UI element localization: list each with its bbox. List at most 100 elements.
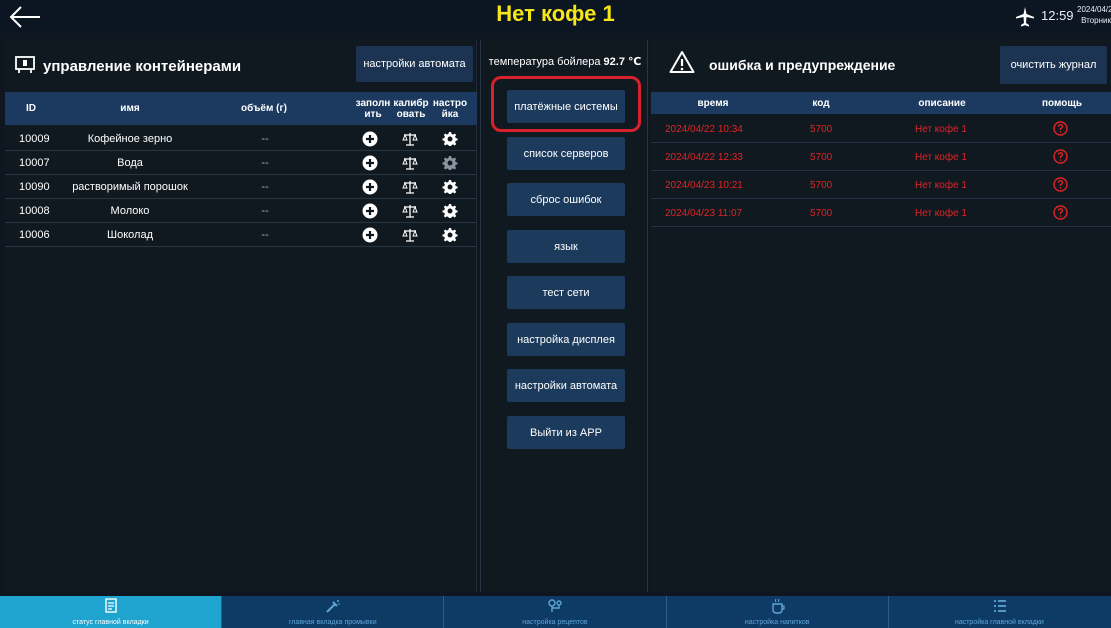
fill-plus-icon[interactable] [362,203,378,219]
col-settings: настро йка [432,97,468,120]
settings-gear-icon[interactable] [442,203,458,219]
container-row: 10008 Молоко -- [5,199,477,223]
container-id: 10008 [19,205,50,217]
container-id: 10009 [19,133,50,145]
help-question-icon[interactable] [1053,177,1068,192]
tab-wash[interactable]: главная вкладка промывки [222,596,443,628]
error-code: 5700 [810,151,833,163]
fill-plus-icon[interactable] [362,131,378,147]
error-time: 2024/04/22 10:34 [665,123,743,135]
calibrate-scale-icon[interactable] [402,179,418,195]
container-volume: -- [261,157,269,169]
container-name: Шоколад [107,229,153,241]
col-code: код [812,97,830,109]
error-code: 5700 [810,123,833,135]
calibrate-scale-icon[interactable] [402,227,418,243]
tab-drink[interactable]: настройка напитков [667,596,888,628]
container-row: 10006 Шоколад -- [5,223,477,247]
col-id: ID [26,103,36,114]
error-code: 5700 [810,179,833,191]
clear-log-button[interactable]: очистить журнал [1000,46,1107,84]
settings-gear-icon[interactable] [442,227,458,243]
errors-panel-title: ошибка и предупреждение [709,57,896,73]
error-row: 2024/04/23 10:21 5700 Нет кофе 1 [651,171,1111,199]
col-name: имя [120,103,140,114]
container-volume: -- [261,205,269,217]
container-id: 10006 [19,229,50,241]
language-button[interactable]: язык [507,230,625,263]
weekday-text: Вторник [1081,16,1111,25]
help-question-icon[interactable] [1053,121,1068,136]
container-row: 10090 растворимый порошок -- [5,175,477,199]
tab-separator [221,596,223,628]
tab-separator [887,596,889,628]
server-list-button[interactable]: список серверов [507,137,625,170]
col-volume: объём (г) [240,103,287,114]
error-description: Нет кофе 1 [915,179,967,191]
calibrate-scale-icon[interactable] [402,131,418,147]
error-code: 5700 [810,207,833,219]
container-row: 10007 Вода -- [5,151,477,175]
page-title: Нет кофе 1 [496,1,615,26]
network-test-button[interactable]: тест сети [507,276,625,309]
container-name: Молоко [110,205,150,217]
error-description: Нет кофе 1 [915,151,967,163]
clock-date: 2024/04/2 Вторник [1077,4,1111,26]
container-table-header: ID имя объём (г) заполн ить калибр овать… [5,92,477,125]
list-icon [993,600,1006,612]
col-description: описание [918,97,966,109]
tab-recipe[interactable]: настройка рецептов [444,596,665,628]
tab-label: настройка напитков [744,619,810,626]
fill-plus-icon[interactable] [362,179,378,195]
boiler-temperature: температура бойлера 92.7 ℃ [481,55,649,68]
reset-errors-button[interactable]: сброс ошибок [507,183,625,216]
container-id: 10007 [19,157,50,169]
error-time: 2024/04/22 12:33 [665,151,743,163]
display-settings-button[interactable]: настройка дисплея [507,323,625,356]
col-help: помощь [1042,97,1082,109]
help-question-icon[interactable] [1053,205,1068,220]
tab-separator [665,596,667,628]
boiler-temperature-label: температура бойлера [488,56,601,68]
bottom-tab-bar: статус главной вкладки главная вкладка пр… [0,596,1111,628]
machine-settings-button[interactable]: настройки автомата [356,46,473,82]
col-fill: заполн ить [355,97,391,120]
calibrate-scale-icon[interactable] [402,155,418,171]
tab-label: статус главной вкладки [72,619,149,626]
payment-systems-button[interactable]: платёжные системы [507,90,625,123]
container-panel-header: управление контейнерами настройки автома… [5,40,476,92]
machine-settings-menu-button[interactable]: настройки автомата [507,369,625,402]
status-icon [105,598,117,613]
error-time: 2024/04/23 10:21 [665,179,743,191]
errors-table-header: время код описание помощь [651,92,1111,114]
fill-plus-icon[interactable] [362,227,378,243]
recipe-icon [548,599,563,612]
errors-panel-header: ошибка и предупреждение очистить журнал [651,40,1111,92]
error-description: Нет кофе 1 [915,207,967,219]
fill-plus-icon[interactable] [362,155,378,171]
error-row: 2024/04/22 10:34 5700 Нет кофе 1 [651,115,1111,143]
help-question-icon[interactable] [1053,149,1068,164]
col-time: время [697,97,729,109]
tab-label: главная вкладка промывки [288,619,377,626]
exit-app-button[interactable]: Выйти из APP [507,416,625,449]
container-id: 10090 [19,181,50,193]
container-volume: -- [261,181,269,193]
boiler-temperature-value: 92.7 ℃ [603,56,642,68]
tab-list[interactable]: настройка главной вкладки [889,596,1110,628]
error-row: 2024/04/22 12:33 5700 Нет кофе 1 [651,143,1111,171]
error-time: 2024/04/23 11:07 [665,207,743,219]
container-name: Кофейное зерно [87,133,173,145]
settings-gear-icon[interactable] [442,179,458,195]
settings-gear-icon[interactable] [442,155,458,171]
top-bar: Нет кофе 1 12:59 2024/04/2 Вторник [0,0,1111,34]
errors-panel: ошибка и предупреждение очистить журнал … [651,40,1111,592]
container-panel-title: управление контейнерами [43,58,242,75]
container-name: растворимый порошок [72,181,188,193]
tab-label: настройка главной вкладки [954,619,1044,626]
date-text: 2024/04/2 [1077,5,1111,14]
tab-status[interactable]: статус главной вкладки [0,596,222,628]
settings-gear-icon[interactable] [442,131,458,147]
calibrate-scale-icon[interactable] [402,203,418,219]
error-row: 2024/04/23 11:07 5700 Нет кофе 1 [651,199,1111,227]
